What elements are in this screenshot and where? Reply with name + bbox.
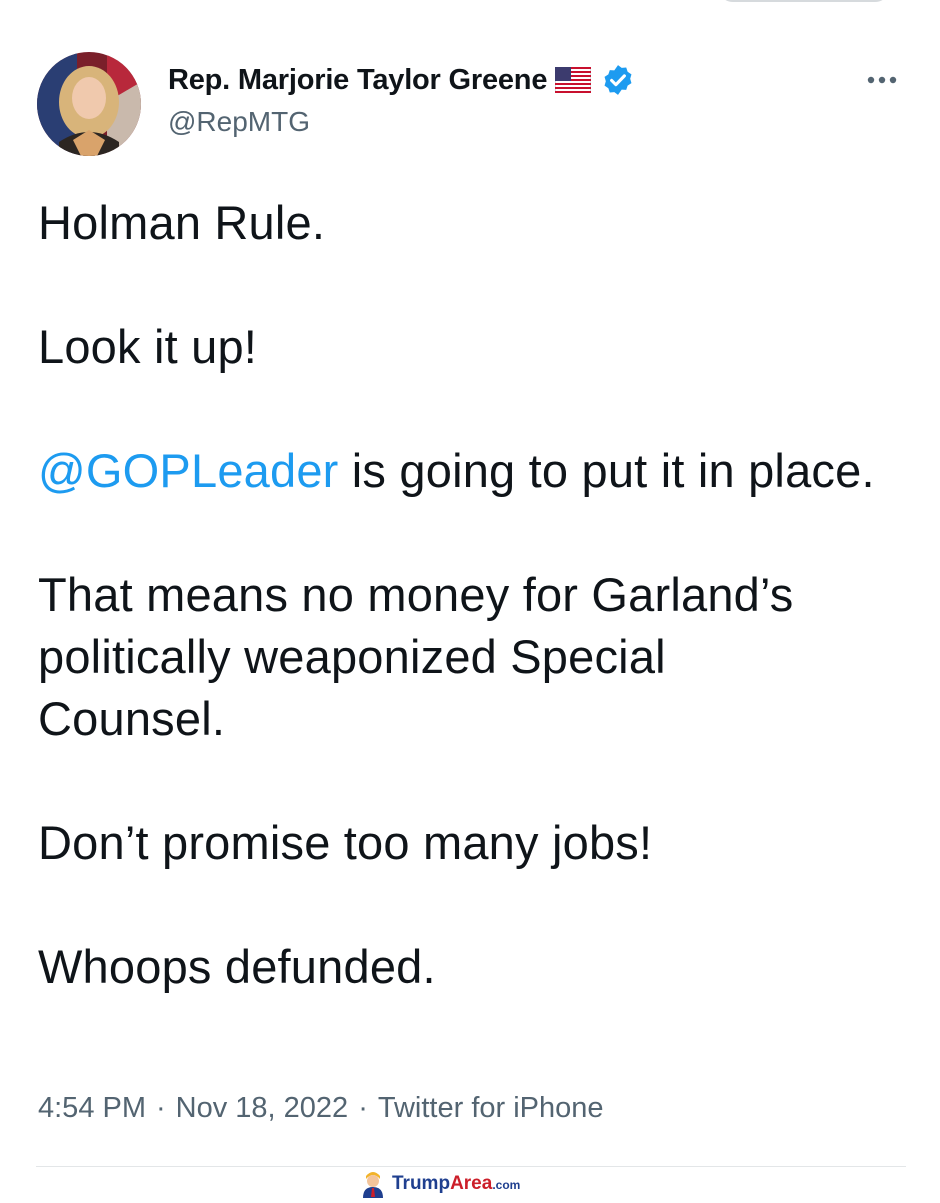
- watermark-brand: TrumpArea.com: [392, 1173, 520, 1195]
- watermark: TrumpArea.com: [358, 1170, 520, 1198]
- tweet-date[interactable]: Nov 18, 2022: [176, 1092, 349, 1125]
- divider: [36, 1166, 906, 1167]
- tweet-source[interactable]: Twitter for iPhone: [378, 1092, 604, 1125]
- tweet-line-look-it-up: Look it up!: [38, 320, 258, 373]
- more-options-icon[interactable]: [862, 68, 902, 92]
- brand-area: Area: [450, 1173, 493, 1194]
- tweet-line-jobs: Don’t promise too many jobs!: [38, 816, 653, 869]
- tweet-metadata: 4:54 PM · Nov 18, 2022 · Twitter for iPh…: [38, 1092, 604, 1125]
- tweet-line-garland: That means no money for Garland’s politi…: [38, 568, 794, 745]
- meta-separator: ·: [156, 1092, 166, 1124]
- brand-suffix: .com: [492, 1178, 521, 1192]
- tweet-line-mention: @GOPLeader is going to put it in place.: [38, 440, 898, 502]
- avatar[interactable]: [37, 52, 141, 156]
- tweet-header: Rep. Marjorie Taylor Greene @RepMTG: [0, 0, 940, 170]
- verified-badge-icon: [601, 63, 635, 97]
- mention-link[interactable]: @GOPLeader: [38, 444, 339, 497]
- mention-line-rest: is going to put it in place.: [338, 444, 875, 497]
- us-flag-icon: [554, 66, 592, 94]
- display-name[interactable]: Rep. Marjorie Taylor Greene: [168, 64, 547, 97]
- tweet-line-holman: Holman Rule.: [38, 196, 326, 249]
- mascot-icon: [358, 1170, 388, 1198]
- brand-trump: Trump: [392, 1173, 451, 1194]
- tweet-time[interactable]: 4:54 PM: [38, 1092, 146, 1125]
- user-handle[interactable]: @RepMTG: [168, 106, 310, 138]
- tweet-line-defunded: Whoops defunded.: [38, 940, 436, 993]
- tweet-body: Holman Rule. Look it up! @GOPLeader is g…: [38, 192, 898, 998]
- meta-separator: ·: [358, 1092, 368, 1124]
